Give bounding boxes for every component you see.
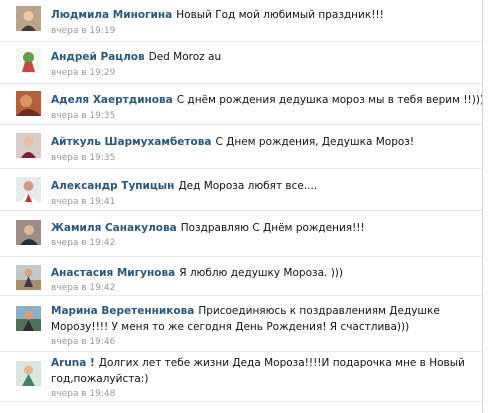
comment-message: Дед Мороза любят все.... [178,180,318,192]
comment-text: Жамиля Санакулова Поздравляю С Днём рожде… [51,220,474,236]
comment-message: Поздравляю С Днём рождения!!! [180,222,365,234]
comment-time: вчера в 19:29 [51,68,116,78]
comment-text: Людмила Миногина Новый Год мой любимый пр… [51,7,474,23]
comment-message: С Днем рождения, Дедушка Мороз! [215,136,415,148]
avatar[interactable] [16,177,41,202]
comment-text: Андрей Рацлов Ded Moroz au [51,49,474,65]
comment-message: Долгих лет тебе жизни Деда Мороза!!!!И п… [51,357,465,385]
comment-item: Александр Тупицын Дед Мороза любят все...… [0,169,482,211]
comment-text: Александр Тупицын Дед Мороза любят все...… [51,178,474,194]
comment-item: Анастасия Мигунова Я люблю дедушку Мороза… [0,257,482,296]
comment-time: вчера в 19:35 [51,153,116,163]
comment-time: вчера в 19:48 [51,389,116,399]
outdoor-avatar-icon [16,265,41,290]
comment-author[interactable]: Айткуль Шармухамбетова [51,136,211,148]
avatar[interactable] [16,133,41,158]
comment-time: вчера в 19:19 [51,26,116,36]
comment-time: вчера в 19:42 [51,238,116,248]
comment-text: Аделя Хаертдинова С днём рождения дедушка… [51,92,482,108]
avatar[interactable] [16,306,41,331]
comment-item: Aruna ! Долгих лет тебе жизни Деда Мороза… [0,352,482,402]
comment-author[interactable]: Людмила Миногина [51,9,172,21]
comment-message: Новый Год мой любимый праздник!!! [176,9,384,21]
comment-item: Аделя Хаертдинова С днём рождения дедушка… [0,84,482,125]
comment-author[interactable]: Андрей Рацлов [51,51,145,63]
comment-message: С днём рождения дедушка мороз мы в тебя … [176,94,482,106]
comment-author[interactable]: Анастасия Мигунова [51,267,175,279]
man-avatar-icon [16,177,41,202]
outdoor-avatar-icon [16,306,41,331]
comment-message: Я люблю дедушку Мороза. ))) [179,267,343,279]
comment-text: Марина Веретенникова Присоединяюсь к позд… [51,303,474,335]
comment-item: Айткуль Шармухамбетова С Днем рождения, Д… [0,125,482,169]
avatar[interactable] [16,48,41,73]
woman-avatar-icon [16,220,41,245]
woman-avatar-icon [16,133,41,158]
woman-avatar-icon [16,361,41,386]
comment-author[interactable]: Аделя Хаертдинова [51,94,173,106]
autumn-avatar-icon [16,91,41,116]
cartoon-avatar-icon [16,48,41,73]
comment-item: Марина Веретенникова Присоединяюсь к позд… [0,296,482,352]
comment-author[interactable]: Жамиля Санакулова [51,222,177,234]
comment-item: Жамиля Санакулова Поздравляю С Днём рожде… [0,211,482,257]
avatar[interactable] [16,220,41,245]
comment-text: Анастасия Мигунова Я люблю дедушку Мороза… [51,265,474,281]
comment-text: Aruna ! Долгих лет тебе жизни Деда Мороза… [51,355,474,387]
avatar[interactable] [16,6,41,31]
comment-item: Андрей Рацлов Ded Moroz au вчера в 19:29 [0,42,482,84]
comment-time: вчера в 19:41 [51,197,116,207]
comment-time: вчера в 19:46 [51,337,116,347]
comment-time: вчера в 19:35 [51,111,116,121]
comment-text: Айткуль Шармухамбетова С Днем рождения, Д… [51,134,474,150]
comment-author[interactable]: Александр Тупицын [51,180,174,192]
woman-avatar-icon [16,6,41,31]
comment-author[interactable]: Марина Веретенникова [51,305,194,317]
scrollbar[interactable] [482,0,494,413]
comment-time: вчера в 19:42 [51,283,116,293]
comment-item: Людмила Миногина Новый Год мой любимый пр… [0,0,482,42]
avatar[interactable] [16,91,41,116]
comments-feed: Людмила Миногина Новый Год мой любимый пр… [0,0,482,413]
avatar[interactable] [16,361,41,386]
comment-message: Ded Moroz au [148,51,222,63]
avatar[interactable] [16,265,41,290]
comment-author[interactable]: Aruna ! [51,357,95,369]
